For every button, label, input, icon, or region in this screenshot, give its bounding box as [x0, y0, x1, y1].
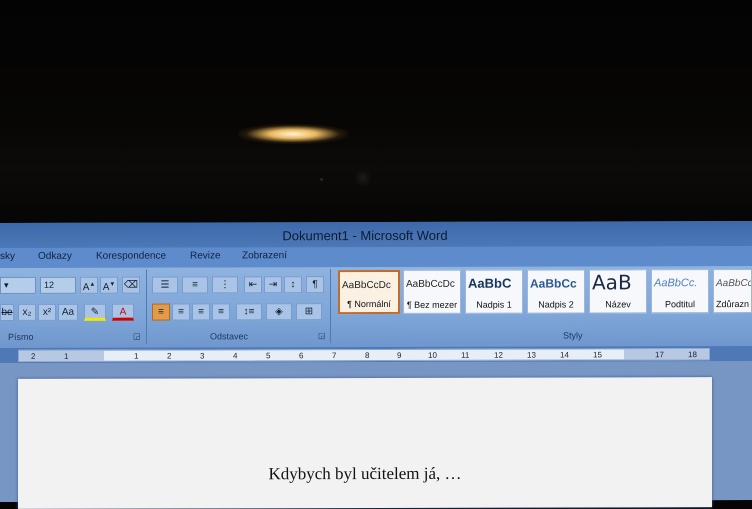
- ribbon: ▾ 12 A▲ A▼ ⌫ be x₂ x² Aa ✎ A Písmo ◲ ☰ ≡…: [0, 266, 752, 348]
- style-title[interactable]: AaB Název: [589, 269, 647, 314]
- style-name: Zdůrazn: [715, 299, 750, 310]
- font-name-dropdown[interactable]: ▾: [0, 276, 36, 294]
- window-title: Dokument1 - Microsoft Word: [282, 227, 448, 244]
- style-sample: AaBbCcDc: [342, 279, 391, 292]
- style-name: Podtitul: [664, 299, 696, 310]
- style-sample: AaBbCcDc: [406, 278, 455, 290]
- highlight-color-icon[interactable]: ✎: [84, 303, 106, 321]
- paragraph-dialog-launcher-icon[interactable]: ◲: [318, 331, 326, 340]
- style-emphasis[interactable]: AaBbCc Zdůrazn: [713, 269, 752, 314]
- style-no-spacing[interactable]: AaBbCcDc ¶ Bez mezer: [403, 269, 461, 314]
- ruler-tick: 2: [167, 351, 172, 361]
- tab-revize[interactable]: Revize: [190, 250, 221, 261]
- justify-icon[interactable]: ≡: [212, 303, 230, 321]
- strikethrough-icon[interactable]: be: [0, 303, 14, 321]
- style-subtitle[interactable]: AaBbCc. Podtitul: [651, 269, 709, 314]
- sort-icon[interactable]: ↕: [284, 276, 302, 294]
- ruler-tick: 14: [560, 350, 569, 360]
- ruler-tick: 1: [134, 351, 139, 361]
- style-sample: AaBbCc: [716, 278, 752, 290]
- style-name: Název: [605, 299, 631, 310]
- subscript-icon[interactable]: x₂: [18, 303, 36, 321]
- tab-odkazy[interactable]: Odkazy: [38, 251, 72, 262]
- pilcrow-icon[interactable]: ¶: [306, 276, 324, 294]
- ruler-tick: 9: [397, 350, 402, 360]
- tab-zobrazeni[interactable]: Zobrazení: [242, 250, 287, 261]
- style-sample: AaBbC: [468, 275, 512, 291]
- bullets-icon[interactable]: ☰: [152, 276, 178, 294]
- group-divider: [146, 269, 147, 344]
- font-group-label: Písmo: [8, 331, 34, 342]
- ruler-tick: 3: [200, 351, 205, 361]
- line-spacing-icon[interactable]: ↕≡: [236, 303, 262, 321]
- ruler-tick: 1: [64, 351, 69, 361]
- style-heading-2[interactable]: AaBbCc Nadpis 2: [527, 269, 585, 314]
- align-right-icon[interactable]: ≡: [192, 303, 210, 321]
- increase-indent-icon[interactable]: ⇥: [264, 276, 282, 294]
- font-size-value: 12: [44, 279, 55, 290]
- monitor-bezel: [0, 0, 752, 225]
- bezel-sensor: [320, 178, 323, 181]
- styles-group-label: Styly: [563, 330, 583, 341]
- title-bar: Dokument1 - Microsoft Word: [0, 221, 752, 248]
- multilevel-list-icon[interactable]: ⋮: [212, 276, 238, 294]
- ruler-tick: 18: [688, 350, 697, 360]
- style-sample: AaBbCc: [530, 276, 577, 291]
- ruler-tick: 13: [527, 350, 536, 360]
- ruler-tick: 15: [593, 350, 602, 360]
- ribbon-tabs: sky Odkazy Korespondence Revize Zobrazen…: [0, 246, 752, 268]
- paragraph-group-label: Odstavec: [210, 331, 249, 342]
- style-name: ¶ Bez mezer: [406, 299, 458, 310]
- style-sample: AaBbCc.: [654, 277, 698, 290]
- style-name: ¶ Normální: [347, 298, 391, 310]
- style-normal[interactable]: AaBbCcDc ¶ Normální: [338, 269, 400, 315]
- font-size-dropdown[interactable]: 12: [40, 276, 76, 294]
- change-case-icon[interactable]: Aa: [58, 303, 78, 321]
- document-text[interactable]: Kdybych byl učitelem já, …: [18, 463, 712, 485]
- shading-icon[interactable]: ◈: [266, 303, 292, 321]
- grow-font-icon[interactable]: A▲: [80, 276, 98, 294]
- tab-vlozit[interactable]: sky: [0, 251, 15, 262]
- tab-korespondence[interactable]: Korespondence: [96, 251, 166, 262]
- document-page[interactable]: Kdybych byl učitelem já, …: [18, 377, 712, 509]
- ruler-tick: 4: [233, 351, 238, 361]
- superscript-icon[interactable]: x²: [38, 303, 56, 321]
- style-heading-1[interactable]: AaBbC Nadpis 1: [465, 269, 523, 314]
- decrease-indent-icon[interactable]: ⇤: [244, 276, 262, 294]
- group-divider: [330, 269, 331, 344]
- align-left-icon[interactable]: ≡: [152, 303, 170, 321]
- style-name: Nadpis 2: [538, 299, 574, 310]
- clear-formatting-icon[interactable]: ⌫: [122, 276, 140, 294]
- style-sample: AaB: [592, 270, 632, 295]
- ruler-tick: 7: [332, 351, 337, 361]
- ruler-tick: 10: [428, 350, 437, 360]
- webcam: [352, 170, 374, 186]
- shrink-font-icon[interactable]: A▼: [100, 276, 118, 294]
- borders-icon[interactable]: ⊞: [296, 303, 322, 321]
- font-color-icon[interactable]: A: [112, 303, 134, 321]
- document-area: Kdybych byl učitelem já, …: [0, 361, 752, 509]
- align-center-icon[interactable]: ≡: [172, 303, 190, 321]
- word-window: Dokument1 - Microsoft Word sky Odkazy Ko…: [0, 221, 752, 509]
- ruler-tick: 8: [365, 351, 370, 361]
- font-dialog-launcher-icon[interactable]: ◲: [133, 332, 141, 341]
- ruler-tick: 11: [461, 350, 470, 360]
- ruler-tick: 17: [655, 350, 664, 360]
- light-reflection: [238, 124, 348, 144]
- numbering-icon[interactable]: ≡: [182, 276, 208, 294]
- ruler-tick: 12: [494, 350, 503, 360]
- horizontal-ruler[interactable]: 2 1 1 2 3 4 5 6 7 8 9 10 11 12 13 14 15 …: [18, 348, 710, 362]
- ruler-tick: 2: [31, 351, 36, 361]
- style-name: Nadpis 1: [476, 299, 512, 310]
- ruler-tick: 6: [299, 351, 304, 361]
- ruler-tick: 5: [266, 351, 271, 361]
